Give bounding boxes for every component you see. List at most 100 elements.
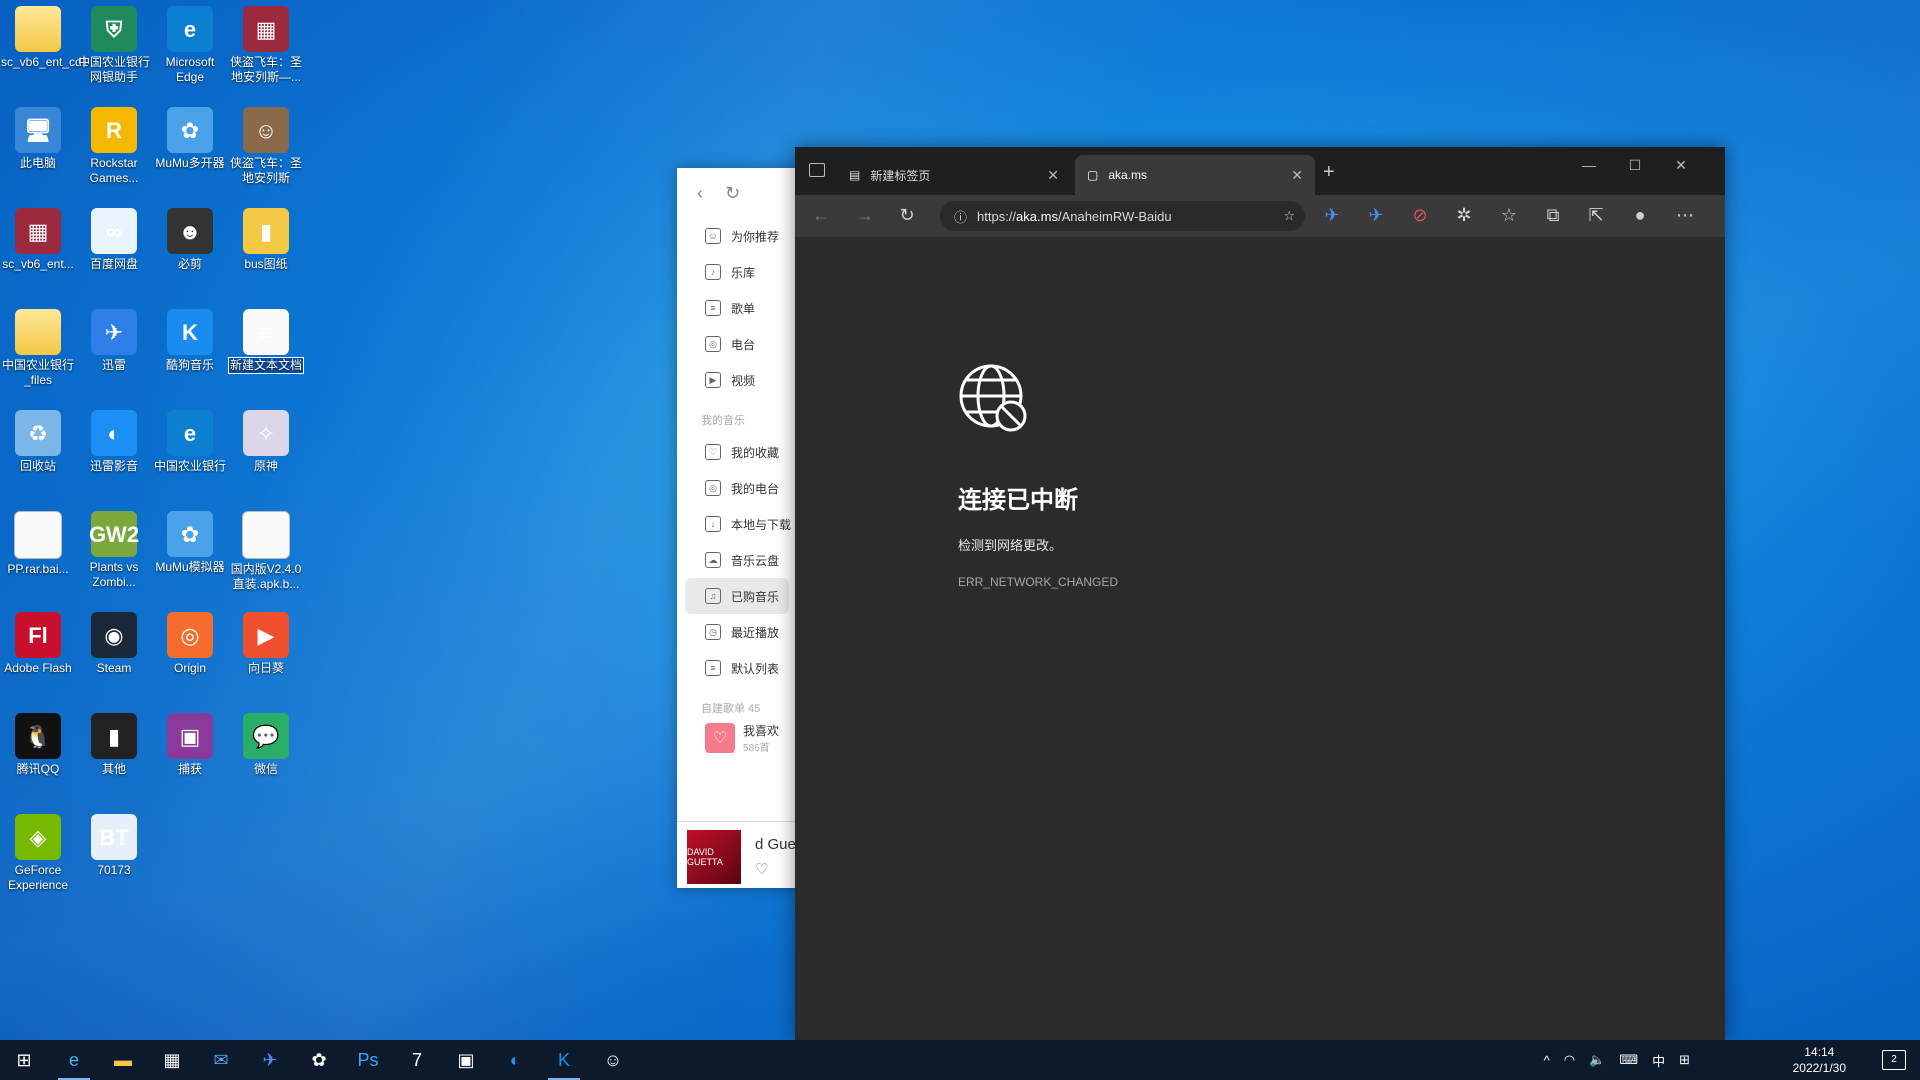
desktop-icon[interactable]: ▮ 其他: [77, 707, 151, 777]
tab-aka-ms[interactable]: ▢ aka.ms ✕: [1075, 155, 1315, 195]
ime-indicator[interactable]: 中: [1652, 1051, 1665, 1070]
desktop-icon[interactable]: Fl Adobe Flash: [1, 606, 75, 676]
capture-app-icon[interactable]: ▣: [442, 1040, 490, 1080]
store-icon[interactable]: ▦: [148, 1040, 196, 1080]
close-window-button[interactable]: ✕: [1658, 157, 1704, 174]
desktop-icon[interactable]: 💬 微信: [229, 707, 303, 777]
tab-new-tab[interactable]: ▤ 新建标签页 ✕: [837, 155, 1071, 195]
tab-actions-icon[interactable]: [809, 163, 825, 177]
desktop-icon[interactable]: K 酷狗音乐: [153, 303, 227, 373]
new-tab-button[interactable]: +: [1323, 161, 1335, 184]
more-icon[interactable]: ⋯: [1671, 205, 1699, 226]
clock[interactable]: 14:14 2022/1/30: [1793, 1044, 1846, 1076]
music-nav-item[interactable]: ◷ 最近播放: [677, 614, 797, 650]
profile-icon[interactable]: ●: [1626, 205, 1654, 226]
back-icon[interactable]: ←: [807, 205, 835, 226]
desktop-icon[interactable]: ▶ 向日葵: [229, 606, 303, 676]
xunlei-extension-icon[interactable]: ✈: [1362, 205, 1390, 226]
mumu-taskbar-icon[interactable]: ✿: [295, 1040, 343, 1080]
desktop-icon[interactable]: ◎ Origin: [153, 606, 227, 676]
desktop-icon[interactable]: ▣ 捕获: [153, 707, 227, 777]
close-icon[interactable]: ✕: [1291, 167, 1303, 184]
music-nav-item[interactable]: ↓ 本地与下载: [677, 506, 797, 542]
gta-taskbar-icon[interactable]: ☺: [589, 1040, 637, 1080]
kugou-music-window[interactable]: ‹ ↻ ☺ 为你推荐 ♪ 乐库 ≡ 歌单 ◎ 电台 ▶ 视频 我的音乐 ♡ 我的收藏 ◎ 我的电台 ↓ 本地…: [677, 168, 797, 888]
taskbar: ⊞ e ▬ ▦ ✉ ✈ ✿ Ps 7 ▣ ◐ K ☺ ^ ◠ 🔈 ⌨ 中 ⊞ 1…: [0, 1040, 1920, 1080]
music-nav-item[interactable]: ≡ 歌单: [677, 290, 797, 326]
desktop-icon[interactable]: ✧ 原神: [229, 404, 303, 474]
desktop-icon[interactable]: ◐ 迅雷影音: [77, 404, 151, 474]
desktop-icon[interactable]: ≡ 新建文本文档: [228, 303, 304, 374]
xunlei-player-icon[interactable]: ◐: [491, 1040, 539, 1080]
desktop-icon[interactable]: ◈ GeForce Experience: [1, 808, 75, 893]
desktop-icon[interactable]: ▮ bus图纸: [229, 202, 303, 272]
music-nav-item[interactable]: ▶ 视频: [677, 362, 797, 398]
music-nav-item[interactable]: ☺ 为你推荐: [677, 218, 797, 254]
chevron-up-icon[interactable]: ^: [1544, 1053, 1550, 1068]
desktop-icon[interactable]: sc_vb6_ent_cd1: [1, 0, 88, 70]
desktop-icon[interactable]: 🐧 腾讯QQ: [1, 707, 75, 777]
music-nav-item[interactable]: ◎ 电台: [677, 326, 797, 362]
like-icon[interactable]: ♡: [755, 860, 768, 878]
start-icon[interactable]: ⊞: [0, 1040, 48, 1080]
desktop-icon[interactable]: ▦ 侠盗飞车：圣地安列斯—...: [229, 0, 303, 85]
info-icon[interactable]: ⓘ: [954, 207, 967, 226]
xunlei-extension-icon[interactable]: ✈: [1318, 205, 1346, 226]
desktop-icon[interactable]: ☺ 侠盗飞车：圣地安列斯: [229, 101, 303, 186]
music-nav-item[interactable]: ♡ 我的收藏: [677, 434, 797, 470]
share-icon[interactable]: ⇱: [1582, 205, 1610, 226]
ime-mode-icon[interactable]: ⊞: [1679, 1052, 1690, 1068]
music-nav-item[interactable]: ≡ 默认列表: [677, 650, 797, 686]
desktop-icon[interactable]: ✈ 迅雷: [77, 303, 151, 373]
favorite-star-icon[interactable]: ☆: [1283, 208, 1295, 224]
desktop-icon[interactable]: ▦ sc_vb6_ent...: [1, 202, 75, 272]
desktop-icon[interactable]: R Rockstar Games...: [77, 101, 151, 186]
minimize-button[interactable]: —: [1566, 157, 1612, 173]
desktop-icon[interactable]: 国内版V2.4.0直装.apk.b...: [229, 505, 303, 592]
desktop-icon[interactable]: ⛨ 中国农业银行网银助手: [77, 0, 151, 85]
desktop-icon[interactable]: e 中国农业银行: [153, 404, 227, 474]
refresh-icon[interactable]: ↻: [725, 183, 740, 204]
music-nav-item[interactable]: ♫ 已购音乐: [685, 578, 789, 614]
music-nav-item[interactable]: ☁ 音乐云盘: [677, 542, 797, 578]
photoshop-icon[interactable]: Ps: [344, 1040, 392, 1080]
volume-icon[interactable]: 🔈: [1589, 1052, 1605, 1068]
desktop-icon[interactable]: BT 70173: [77, 808, 151, 878]
file-explorer-icon[interactable]: ▬: [99, 1040, 147, 1080]
desktop-icon[interactable]: ✿ MuMu多开器: [153, 101, 227, 171]
desktop-icon[interactable]: ∞ 百度网盘: [77, 202, 151, 272]
xunlei-taskbar-icon[interactable]: ✈: [246, 1040, 294, 1080]
desktop-icon[interactable]: ◉ Steam: [77, 606, 151, 676]
collections-icon[interactable]: ⧉: [1539, 205, 1567, 226]
back-icon[interactable]: ‹: [697, 183, 703, 204]
refresh-icon[interactable]: ↻: [893, 205, 921, 226]
music-nav-item[interactable]: ◎ 我的电台: [677, 470, 797, 506]
notification-icon[interactable]: 2: [1882, 1050, 1906, 1070]
desktop-icon[interactable]: 中国农业银行_files: [1, 303, 75, 388]
playlist-favorites[interactable]: ♡ 我喜欢 586首: [677, 722, 797, 754]
desktop-icon[interactable]: ♻ 回收站: [1, 404, 75, 474]
address-bar[interactable]: ⓘ https://aka.ms/AnaheimRW-Baidu ☆: [940, 201, 1305, 231]
wifi-icon[interactable]: ◠: [1564, 1052, 1575, 1068]
forward-icon[interactable]: →: [851, 205, 879, 226]
desktop-icon[interactable]: 🖥 此电脑: [1, 101, 75, 171]
edge-taskbar-icon[interactable]: e: [50, 1040, 98, 1080]
desktop-icon[interactable]: e Microsoft Edge: [153, 0, 227, 85]
desktop-icon[interactable]: GW2 Plants vs Zombi...: [77, 505, 151, 590]
now-playing-bar[interactable]: DAVID GUETTA d Gue ♡: [677, 821, 797, 888]
extensions-icon[interactable]: ✲: [1450, 205, 1478, 226]
music-nav-item[interactable]: ♪ 乐库: [677, 254, 797, 290]
keyboard-icon[interactable]: ⌨: [1619, 1052, 1638, 1068]
maximize-button[interactable]: ☐: [1612, 157, 1658, 174]
favorites-icon[interactable]: ☆: [1495, 205, 1523, 226]
edge-browser-window[interactable]: ▤ 新建标签页 ✕ ▢ aka.ms ✕ + — ☐ ✕ ← → ↻ ⓘ htt…: [795, 147, 1725, 1040]
mail-icon[interactable]: ✉: [197, 1040, 245, 1080]
kugou-taskbar-icon[interactable]: K: [540, 1040, 588, 1080]
desktop-icon[interactable]: PP.rar.bai...: [1, 505, 75, 577]
desktop-icon[interactable]: ☻ 必剪: [153, 202, 227, 272]
album-art[interactable]: DAVID GUETTA: [687, 830, 741, 884]
close-icon[interactable]: ✕: [1047, 167, 1059, 184]
desktop-icon[interactable]: ✿ MuMu模拟器: [153, 505, 227, 575]
block-extension-icon[interactable]: ⊘: [1406, 205, 1434, 226]
seven-app-icon[interactable]: 7: [393, 1040, 441, 1080]
